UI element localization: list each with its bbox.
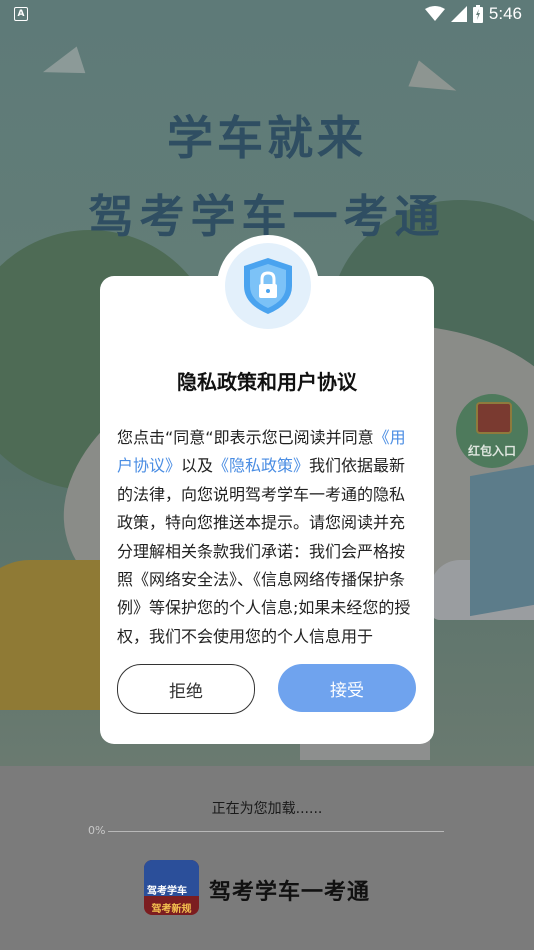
battery-icon — [472, 5, 483, 23]
paper-plane-left-icon — [38, 46, 86, 86]
clock: 5:46 — [488, 4, 522, 23]
status-bar: A 5:46 — [0, 0, 534, 30]
dialog-title: 隐私政策和用户协议 — [177, 370, 357, 394]
privacy-policy-link[interactable]: 《隐私政策》 — [213, 456, 309, 475]
body-prefix: 您点击“同意“即表示您已阅读并同意 — [117, 428, 374, 447]
shield-badge — [217, 235, 319, 337]
logo-text-bottom: 驾考新规 — [151, 904, 192, 915]
shield-lock-icon — [244, 258, 292, 314]
red-packet-label: 红包入口 — [467, 444, 516, 458]
app-notification-icon: A — [14, 7, 28, 21]
body-rest: 我们依据最新的法律，向您说明驾考学车一考通的隐私政策，特向您推送本提示。请您阅读… — [117, 456, 411, 646]
app-name: 驾考学车一考通 — [209, 880, 371, 905]
progress-percent: 0% — [88, 824, 106, 837]
loading-area — [0, 766, 534, 950]
app-logo: 驾考学车 驾考新规 — [144, 860, 199, 915]
decline-button[interactable]: 拒绝 — [117, 664, 255, 714]
dialog-body: 您点击“同意“即表示您已阅读并同意《用户协议》以及《隐私政策》我们依据最新的法律… — [117, 424, 417, 650]
logo-text-top: 驾考学车 — [147, 886, 187, 897]
body-conjunction: 以及 — [181, 456, 214, 476]
red-packet-entry[interactable]: 红包入口 — [456, 394, 528, 468]
paper-plane-right-icon — [408, 60, 462, 104]
signal-icon — [450, 6, 467, 22]
gift-icon — [476, 402, 512, 434]
loading-text: 正在为您加载...... — [211, 801, 323, 817]
splash-title-line1: 学车就来 — [167, 111, 367, 165]
progress-bar — [108, 831, 444, 832]
status-icons: 5:46 — [424, 4, 522, 24]
wifi-icon — [424, 6, 445, 21]
splash-building — [470, 463, 534, 617]
accept-button[interactable]: 接受 — [278, 664, 416, 712]
